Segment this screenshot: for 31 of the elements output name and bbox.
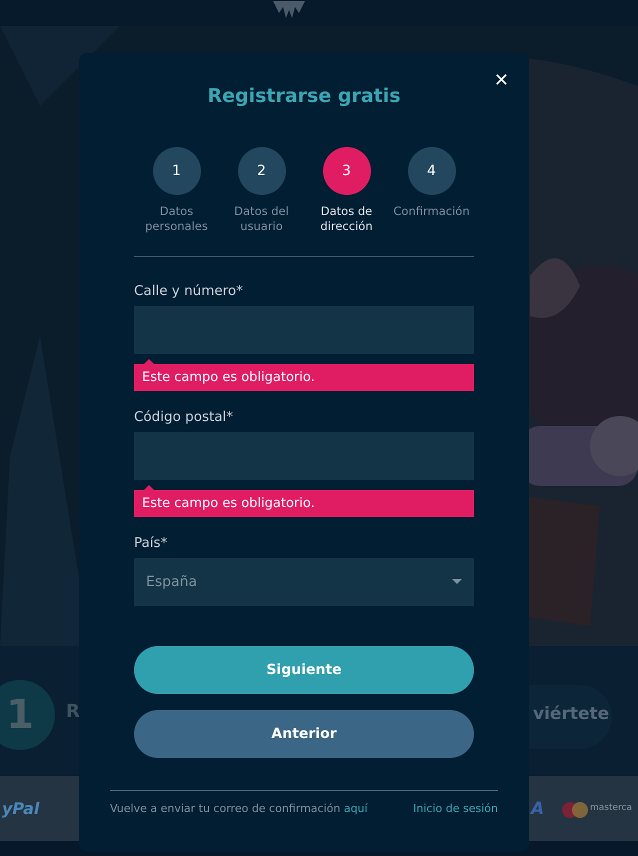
payment-logo: A (531, 799, 544, 819)
field-label: Calle y número* (134, 283, 244, 299)
payment-logo: masterca (590, 803, 632, 813)
back-button[interactable]: Anterior (134, 710, 474, 758)
resend-link[interactable]: aquí (344, 802, 368, 815)
step-label: Confirmación (392, 204, 471, 219)
step-number: 1 (0, 680, 55, 750)
mastercard-circles-icon (561, 801, 589, 819)
step-number: 2 (238, 147, 286, 195)
error-pointer-icon (144, 485, 154, 490)
next-button[interactable]: Siguiente (134, 646, 474, 694)
step-label: Datos de dirección (319, 204, 374, 234)
close-button[interactable]: ✕ (492, 70, 511, 91)
field-label: País* (134, 535, 168, 551)
error-message: Este campo es obligatorio. (134, 490, 474, 517)
dialog-title: Registrarse gratis (206, 85, 402, 107)
error-message: Este campo es obligatorio. (134, 364, 474, 391)
sun-logo-icon (273, 1, 305, 18)
error-pointer-icon (144, 359, 154, 364)
payment-logo: yPal (2, 799, 40, 818)
login-link[interactable]: Inicio de sesión (413, 802, 498, 815)
step-label: Datos personales (144, 204, 209, 234)
step-label: Datos del usuario (233, 204, 290, 234)
step-number: 4 (408, 147, 456, 195)
country-dropdown[interactable]: España (134, 558, 474, 606)
caret-icon (452, 579, 462, 585)
step-number: 3 (322, 147, 370, 195)
step-number: 1 (152, 147, 200, 195)
resend-text: Vuelve a enviar tu correo de confirmación aquí (110, 802, 368, 815)
field-label: Código postal* (134, 409, 234, 425)
promo-label: viértete (533, 704, 610, 724)
